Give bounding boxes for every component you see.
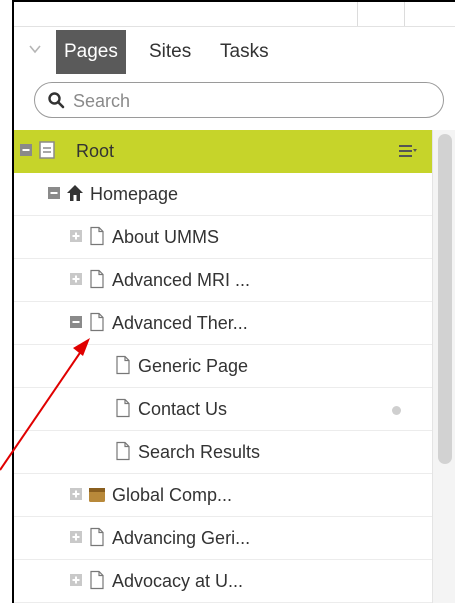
page-icon [116, 398, 130, 418]
home-icon [67, 185, 83, 201]
tree-row[interactable]: Advancing Geri... [14, 517, 432, 560]
page-icon [90, 226, 104, 246]
expand-icon[interactable] [70, 230, 82, 242]
collapse-icon[interactable] [20, 144, 32, 156]
tree-row[interactable]: Global Comp... [14, 474, 432, 517]
page-icon [90, 527, 104, 547]
page-tree-panel: Pages Sites Tasks Root Homepage About UMMS… [12, 0, 455, 603]
tree-item-label: Homepage [90, 184, 179, 204]
tab-bar: Pages Sites Tasks [14, 26, 455, 74]
tree-item-label: Advancing Geri... [112, 528, 251, 548]
page-icon [116, 441, 130, 461]
tree-row[interactable]: Generic Page [14, 345, 432, 388]
tree-row[interactable]: Advocacy at U... [14, 560, 432, 603]
collapse-icon[interactable] [48, 187, 60, 199]
tab-tasks[interactable]: Tasks [212, 30, 277, 74]
tree-item-label: Generic Page [138, 356, 249, 376]
page-icon [90, 570, 104, 590]
tree-row[interactable]: Contact Us [14, 388, 432, 431]
tree-item-label: Advanced MRI ... [112, 270, 251, 290]
scrollbar-thumb[interactable] [438, 134, 452, 464]
tree-row-selected[interactable]: Root [14, 130, 432, 173]
page-icon [90, 312, 104, 332]
expand-icon[interactable] [70, 273, 82, 285]
page-icon [90, 269, 104, 289]
expand-icon[interactable] [70, 574, 82, 586]
page-icon [116, 355, 130, 375]
tab-sites[interactable]: Sites [141, 30, 199, 74]
chevron-down-icon[interactable] [28, 42, 42, 56]
search-icon [48, 92, 65, 109]
tree-row[interactable]: About UMMS [14, 216, 432, 259]
search-box [34, 82, 444, 118]
tree-item-label: Search Results [138, 442, 261, 462]
tree-item-label: Advanced Ther... [112, 313, 248, 333]
expand-icon[interactable] [70, 531, 82, 543]
tree-item-label: Contact Us [138, 399, 228, 419]
tree-item-label: Advocacy at U... [112, 571, 244, 591]
tree-item-label: Global Comp... [112, 485, 233, 505]
expand-icon[interactable] [70, 488, 82, 500]
root-page-icon [39, 141, 55, 159]
folder-icon [89, 488, 105, 502]
tree-row[interactable]: Homepage [14, 173, 432, 216]
tab-pages[interactable]: Pages [56, 30, 126, 74]
search-input[interactable] [71, 87, 435, 115]
top-bar-divider [357, 2, 358, 26]
top-bar-divider [404, 2, 405, 26]
collapse-icon[interactable] [70, 316, 82, 328]
status-dot [392, 406, 401, 415]
tree-item-label: Root [76, 141, 115, 161]
tree-row[interactable]: Search Results [14, 431, 432, 474]
tree-row[interactable]: Advanced MRI ... [14, 259, 432, 302]
page-tree: Root Homepage About UMMS Advanced MRI ... Ad… [14, 130, 432, 603]
menu-icon[interactable] [398, 142, 418, 160]
tree-row[interactable]: Advanced Ther... [14, 302, 432, 345]
panel-top-bar [14, 2, 455, 27]
tree-item-label: About UMMS [112, 227, 220, 247]
